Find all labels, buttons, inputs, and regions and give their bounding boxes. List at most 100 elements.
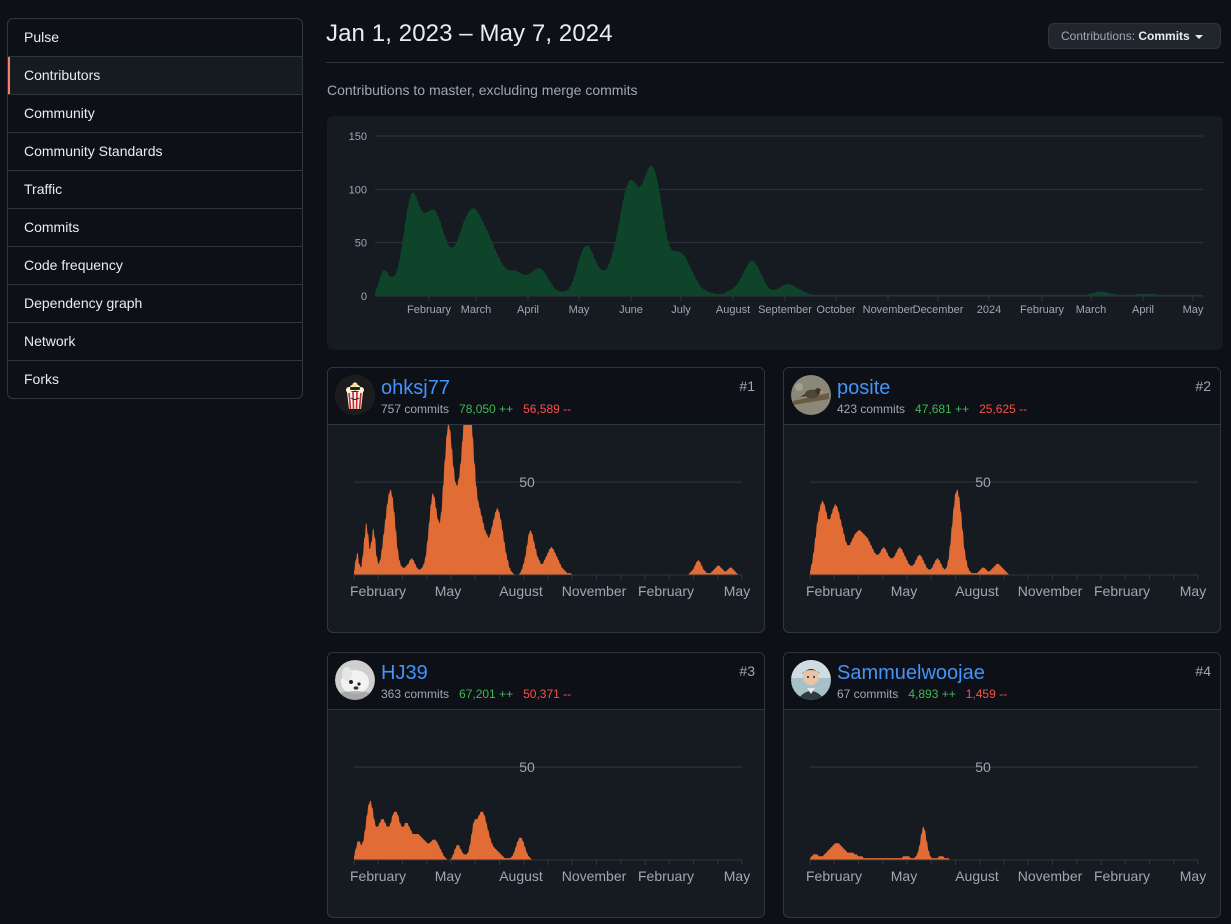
- contributor-card-header: posite 423 commits 47,681 ++ 25,625 -- #2: [784, 368, 1220, 425]
- commit-count: 757 commits: [381, 402, 450, 416]
- contributor-commits-chart: 50 February May August November February May: [350, 759, 750, 884]
- select-value: Commits: [1138, 29, 1190, 43]
- x-tick-label: August: [955, 868, 999, 884]
- x-tick-label: March: [461, 304, 492, 316]
- deletions-count: 50,371 --: [523, 687, 572, 701]
- x-tick-label: February: [350, 583, 406, 599]
- commits-area: [375, 165, 1203, 296]
- x-tick-label: May: [435, 583, 461, 599]
- contributor-name-link[interactable]: ohksj77: [381, 377, 450, 400]
- additions-count: 78,050 ++: [459, 402, 514, 416]
- contributor-stats: 363 commits 67,201 ++ 50,371 --: [381, 687, 571, 701]
- sidebar-item-traffic[interactable]: Traffic: [8, 170, 302, 208]
- contributions-type-select[interactable]: Contributions: Commits: [1048, 23, 1221, 49]
- x-tick-label: November: [562, 583, 627, 599]
- y-tick-label: 100: [349, 184, 367, 196]
- x-tick-label: February: [638, 868, 694, 884]
- commit-count: 67 commits: [837, 687, 899, 701]
- additions-count: 47,681 ++: [915, 402, 970, 416]
- header-divider: [326, 62, 1224, 63]
- x-tick-label: December: [913, 304, 964, 316]
- contributor-name-link[interactable]: posite: [837, 377, 890, 400]
- x-tick-label: February: [806, 868, 862, 884]
- x-tick-label: April: [1132, 304, 1154, 316]
- contributor-name-link[interactable]: HJ39: [381, 662, 428, 685]
- x-tick-label: August: [499, 868, 543, 884]
- x-tick-label: May: [891, 583, 917, 599]
- contributor-card: posite 423 commits 47,681 ++ 25,625 -- #2 …: [783, 367, 1221, 633]
- contributor-card-header: ohksj77 757 commits 78,050 ++ 56,589 -- #1: [328, 368, 764, 425]
- sidebar-item-contributors[interactable]: Contributors: [8, 56, 302, 94]
- x-tick-label: February: [638, 583, 694, 599]
- x-tick-label: November: [562, 868, 627, 884]
- x-tick-label: August: [716, 304, 750, 316]
- sidebar-item-community[interactable]: Community: [8, 94, 302, 132]
- popcorn-avatar-icon[interactable]: [335, 375, 375, 415]
- x-tick-label: February: [806, 583, 862, 599]
- contributor-commits-chart: 50 February May August November February May: [350, 425, 750, 599]
- x-tick-label: February: [1020, 304, 1065, 316]
- sidebar-item-commits[interactable]: Commits: [8, 208, 302, 246]
- chart-subtitle: Contributions to master, excluding merge…: [327, 82, 638, 98]
- y-tick-label: 50: [355, 238, 367, 250]
- x-tick-label: February: [1094, 583, 1150, 599]
- x-tick-label: November: [1018, 868, 1083, 884]
- y-tick-label: 150: [349, 131, 367, 143]
- x-tick-label: 2024: [977, 304, 1001, 316]
- x-tick-label: May: [724, 868, 750, 884]
- caret-down-icon: [1194, 34, 1203, 39]
- x-tick-label: November: [1018, 583, 1083, 599]
- x-tick-label: May: [1180, 583, 1206, 599]
- contributor-rank: #3: [739, 663, 755, 679]
- additions-count: 67,201 ++: [459, 687, 514, 701]
- sidebar-item-dependency-graph[interactable]: Dependency graph: [8, 284, 302, 322]
- commit-count: 423 commits: [837, 402, 906, 416]
- x-tick-label: May: [724, 583, 750, 599]
- deletions-count: 1,459 --: [965, 687, 1008, 701]
- x-tick-label: August: [499, 583, 543, 599]
- contributor-commits-area: [354, 800, 742, 860]
- contributor-stats: 67 commits 4,893 ++ 1,459 --: [837, 687, 1007, 701]
- x-tick-label: July: [671, 304, 691, 316]
- sidebar-item-network[interactable]: Network: [8, 322, 302, 360]
- commits-over-time-chart: 0 50 100 150 February March April May June July Au…: [327, 116, 1223, 350]
- contributor-commits-chart: 50 February May August November February May: [806, 474, 1206, 599]
- contributor-name-link[interactable]: Sammuelwoojae: [837, 662, 985, 685]
- deletions-count: 25,625 --: [979, 402, 1028, 416]
- contributor-rank: #2: [1195, 378, 1211, 394]
- deletions-count: 56,589 --: [523, 402, 572, 416]
- person-photo-avatar-icon[interactable]: [791, 660, 831, 700]
- x-tick-label: September: [758, 304, 812, 316]
- sidebar-item-pulse[interactable]: Pulse: [8, 19, 302, 56]
- contributor-card: HJ39 363 commits 67,201 ++ 50,371 -- #3 50…: [327, 652, 765, 918]
- sidebar-item-code-frequency[interactable]: Code frequency: [8, 246, 302, 284]
- contributor-commits-area: [810, 826, 1198, 860]
- y-tick-label: 50: [975, 759, 991, 775]
- y-tick-label: 50: [975, 474, 991, 490]
- contributor-stats: 423 commits 47,681 ++ 25,625 --: [837, 402, 1027, 416]
- x-tick-label: November: [863, 304, 914, 316]
- x-tick-label: May: [569, 304, 590, 316]
- commit-count: 363 commits: [381, 687, 450, 701]
- x-tick-label: February: [350, 868, 406, 884]
- contributor-commits-chart: 50 February May August November February May: [806, 759, 1206, 884]
- main-chart-svg: 0 50 100 150 February March April May June July Au…: [349, 131, 1204, 316]
- contributor-commits-area: [354, 425, 742, 575]
- x-tick-label: May: [891, 868, 917, 884]
- x-tick-label: April: [517, 304, 539, 316]
- additions-count: 4,893 ++: [908, 687, 956, 701]
- x-tick-label: May: [1183, 304, 1204, 316]
- bird-photo-avatar-icon[interactable]: [791, 375, 831, 415]
- contributor-stats: 757 commits 78,050 ++ 56,589 --: [381, 402, 571, 416]
- sidebar-item-forks[interactable]: Forks: [8, 360, 302, 398]
- x-tick-label: June: [619, 304, 643, 316]
- dog-photo-avatar-icon[interactable]: [335, 660, 375, 700]
- y-tick-label: 50: [519, 759, 535, 775]
- contributor-card-header: Sammuelwoojae 67 commits 4,893 ++ 1,459 --…: [784, 653, 1220, 710]
- sidebar-item-community-standards[interactable]: Community Standards: [8, 132, 302, 170]
- x-tick-label: May: [435, 868, 461, 884]
- y-tick-label: 0: [361, 291, 367, 303]
- x-tick-label: October: [816, 304, 855, 316]
- page-title: Jan 1, 2023 – May 7, 2024: [326, 20, 613, 47]
- contributor-card: ohksj77 757 commits 78,050 ++ 56,589 -- #1…: [327, 367, 765, 633]
